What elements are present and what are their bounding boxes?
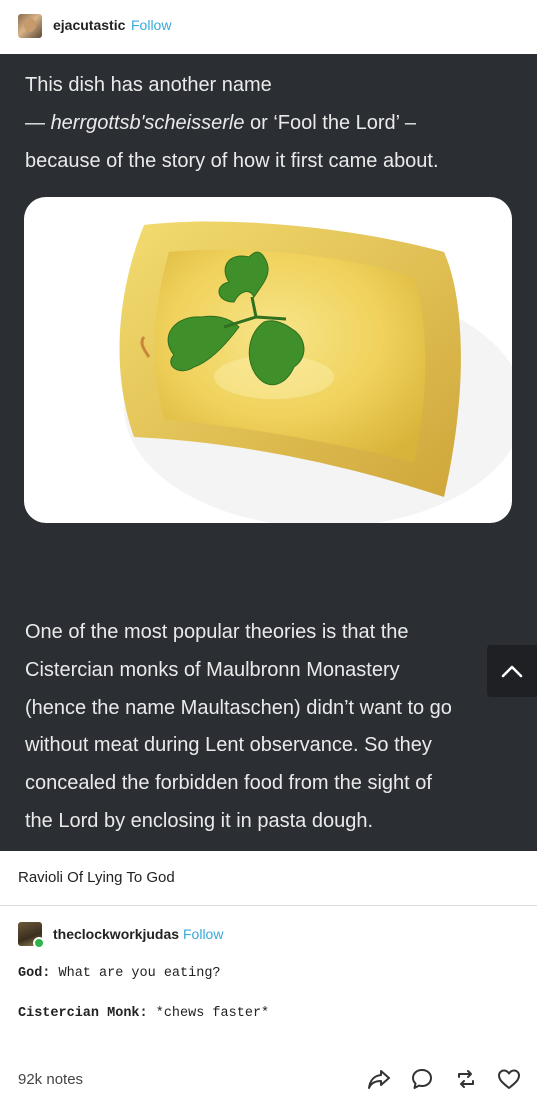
story-text: One of the most popular theories is that… — [25, 614, 515, 841]
story-line: (hence the name Maultaschen) didn’t want… — [25, 696, 452, 719]
intro-text: This dish has another name — herrgottsb'… — [25, 66, 525, 180]
intro-line-1: This dish has another name — [25, 74, 272, 96]
author-avatar[interactable] — [18, 14, 42, 38]
post-content: This dish has another name — herrgottsb'… — [0, 54, 537, 851]
reblogger-username[interactable]: theclockworkjudas — [53, 926, 179, 942]
scroll-to-top-button[interactable] — [487, 645, 537, 697]
intro-line-2: — herrgottsb'scheisserle or ‘Fool the Lo… — [25, 112, 417, 134]
reply-icon — [412, 1069, 433, 1089]
follow-button[interactable]: Follow — [183, 926, 223, 942]
reblog-button[interactable] — [453, 1066, 479, 1092]
divider — [0, 905, 537, 906]
like-button[interactable] — [496, 1066, 522, 1092]
reblogger-avatar[interactable] — [18, 922, 45, 949]
share-icon — [368, 1070, 390, 1089]
intro-line-3: because of the story of how it first cam… — [25, 150, 439, 172]
dialogue-line: God: What are you eating? — [18, 966, 221, 981]
follow-button[interactable]: Follow — [131, 17, 171, 33]
online-badge — [33, 937, 45, 949]
dialogue-line: Cistercian Monk: *chews faster* — [18, 1006, 270, 1021]
heart-icon — [497, 1069, 520, 1089]
author-username[interactable]: ejacutastic — [53, 17, 125, 33]
story-line: Cistercian monks of Maulbronn Monastery — [25, 658, 400, 681]
ravioli-illustration — [119, 221, 512, 523]
story-line: One of the most popular theories is that… — [25, 621, 409, 643]
story-line: the Lord by enclosing it in pasta dough. — [25, 809, 374, 832]
story-line: concealed the forbidden food from the si… — [25, 772, 432, 795]
post-header: ejacutastic Follow — [0, 0, 537, 54]
chevron-up-icon — [501, 665, 523, 678]
post-caption: Ravioli Of Lying To God — [18, 869, 175, 886]
ravioli-photo[interactable] — [24, 197, 512, 523]
story-line: without meat during Lent observance. So … — [25, 734, 432, 757]
share-button[interactable] — [366, 1066, 392, 1092]
reblog-icon — [457, 1070, 474, 1088]
dish-name: herrgottsb'scheisserle — [50, 112, 245, 134]
post-actions — [366, 1066, 522, 1092]
notes-count[interactable]: 92k notes — [18, 1071, 83, 1088]
reply-button[interactable] — [409, 1066, 435, 1092]
